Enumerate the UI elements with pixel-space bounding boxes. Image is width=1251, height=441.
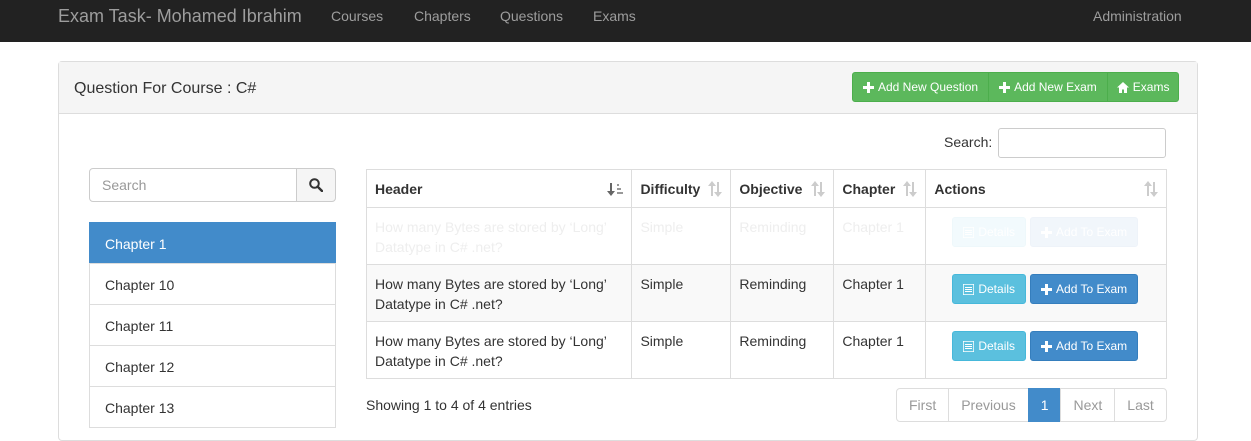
page-1[interactable]: 1 — [1027, 388, 1062, 422]
add-question-button[interactable]: Add New Question — [852, 72, 990, 102]
page-title: Question For Course : C# — [74, 80, 257, 97]
header-text: Datatype in C# .net? — [375, 353, 503, 369]
col-header[interactable]: Header — [365, 169, 633, 208]
cell-chapter: Chapter 1 — [833, 264, 927, 322]
plus-icon — [999, 81, 1011, 93]
pagination: First Previous 1 Next Last — [896, 388, 1167, 422]
header-text: How many Bytes are stored by ‘Long’ — [375, 276, 607, 292]
page-previous[interactable]: Previous — [948, 388, 1029, 422]
chapter-search-input[interactable] — [89, 168, 297, 202]
cell-objective: Reminding — [730, 321, 835, 379]
nav-exams[interactable]: Exams — [593, 8, 636, 24]
col-chapter[interactable]: Chapter — [833, 169, 927, 208]
chapter-item-11[interactable]: Chapter 11 — [89, 304, 336, 346]
page-next[interactable]: Next — [1060, 388, 1116, 422]
plus-icon — [863, 81, 874, 93]
cell-objective: Reminding — [730, 264, 835, 322]
add-to-exam-label: Add To Exam — [1056, 225, 1128, 239]
details-label: Details — [978, 282, 1016, 296]
nav-chapters[interactable]: Chapters — [414, 8, 471, 24]
col-difficulty-label: Difficulty — [640, 180, 701, 197]
panel-heading: Question For Course : C# Add New Questio… — [59, 62, 1197, 114]
top-navbar: Exam Task- Mohamed Ibrahim Courses Chapt… — [0, 0, 1251, 42]
chapter-item-13[interactable]: Chapter 13 — [89, 386, 336, 428]
cell-chapter: Chapter 1 — [833, 321, 927, 379]
cell-header: How many Bytes are stored by ‘Long’ Datat… — [365, 321, 633, 379]
col-difficulty[interactable]: Difficulty — [631, 169, 732, 208]
add-to-exam-label: Add To Exam — [1056, 282, 1128, 296]
panel-actions: Add New Question Add New Exam Exams — [852, 72, 1180, 102]
add-to-exam-label: Add To Exam — [1056, 339, 1128, 353]
add-exam-button[interactable]: Add New Exam — [988, 72, 1108, 102]
col-header-label: Header — [375, 180, 423, 197]
brand-link[interactable]: Exam Task- Mohamed Ibrahim — [58, 6, 302, 26]
chapter-search-button[interactable] — [296, 168, 336, 202]
table-row: How many Bytes are stored by ‘Long’ Datat… — [365, 321, 1167, 379]
sort-icon — [811, 181, 826, 197]
add-question-label: Add New Question — [878, 80, 979, 94]
plus-icon — [1041, 226, 1053, 238]
add-to-exam-button[interactable]: Add To Exam — [1030, 331, 1139, 361]
header-text: Datatype in C# .net? — [375, 239, 503, 255]
header-text: How many Bytes are stored by ‘Long’ — [375, 333, 607, 349]
details-button[interactable]: Details — [952, 331, 1027, 361]
questions-table: Header Difficulty Objective Chapter Acti… — [365, 169, 1167, 379]
list-icon — [963, 340, 975, 352]
add-exam-label: Add New Exam — [1014, 80, 1097, 94]
cell-difficulty: Simple — [631, 264, 732, 322]
sort-icon — [903, 181, 918, 197]
cell-objective: Reminding — [730, 207, 835, 265]
col-objective-label: Objective — [739, 180, 803, 197]
table-row: How many Bytes are stored by ‘Long’ Datat… — [365, 207, 1167, 265]
chapter-item-12[interactable]: Chapter 12 — [89, 345, 336, 387]
details-label: Details — [978, 225, 1016, 239]
table-search-label: Search: — [944, 134, 993, 150]
cell-actions: Details Add To Exam — [925, 264, 1167, 322]
cell-header: How many Bytes are stored by ‘Long’ Datat… — [365, 207, 633, 265]
exams-label: Exams — [1132, 80, 1170, 94]
plus-icon — [1041, 340, 1053, 352]
header-text: Datatype in C# .net? — [375, 296, 503, 312]
plus-icon — [1041, 283, 1053, 295]
cell-difficulty: Simple — [631, 207, 732, 265]
col-actions-label: Actions — [934, 180, 986, 197]
col-objective[interactable]: Objective — [730, 169, 835, 208]
details-button[interactable]: Details — [952, 274, 1027, 304]
col-chapter-label: Chapter — [842, 180, 896, 197]
table-row: How many Bytes are stored by ‘Long’ Datat… — [365, 264, 1167, 322]
cell-actions: Details Add To Exam — [925, 321, 1167, 379]
header-text: How many Bytes are stored by ‘Long’ — [375, 219, 607, 235]
nav-administration[interactable]: Administration — [1093, 8, 1182, 24]
page-last[interactable]: Last — [1114, 388, 1167, 422]
chapter-item-1[interactable]: Chapter 1 — [89, 222, 336, 264]
search-icon — [309, 178, 323, 192]
cell-actions: Details Add To Exam — [925, 207, 1167, 265]
sort-desc-icon — [607, 183, 624, 196]
home-icon — [1116, 81, 1129, 93]
nav-questions[interactable]: Questions — [500, 8, 563, 24]
sort-icon — [708, 181, 723, 197]
cell-difficulty: Simple — [631, 321, 732, 379]
details-button[interactable]: Details — [952, 217, 1027, 247]
list-icon — [963, 283, 975, 295]
cell-chapter: Chapter 1 — [833, 207, 927, 265]
col-actions[interactable]: Actions — [925, 169, 1167, 208]
add-to-exam-button[interactable]: Add To Exam — [1030, 274, 1139, 304]
sort-icon — [1144, 181, 1158, 197]
add-to-exam-button[interactable]: Add To Exam — [1030, 217, 1139, 247]
nav-courses[interactable]: Courses — [331, 8, 383, 24]
cell-header: How many Bytes are stored by ‘Long’ Datat… — [365, 264, 633, 322]
page-first[interactable]: First — [896, 388, 950, 422]
table-search-input[interactable] — [998, 128, 1166, 158]
exams-button[interactable]: Exams — [1106, 72, 1180, 102]
list-icon — [963, 226, 975, 238]
details-label: Details — [978, 339, 1016, 353]
entries-info: Showing 1 to 4 of 4 entries — [366, 397, 532, 413]
chapter-item-10[interactable]: Chapter 10 — [89, 263, 336, 305]
